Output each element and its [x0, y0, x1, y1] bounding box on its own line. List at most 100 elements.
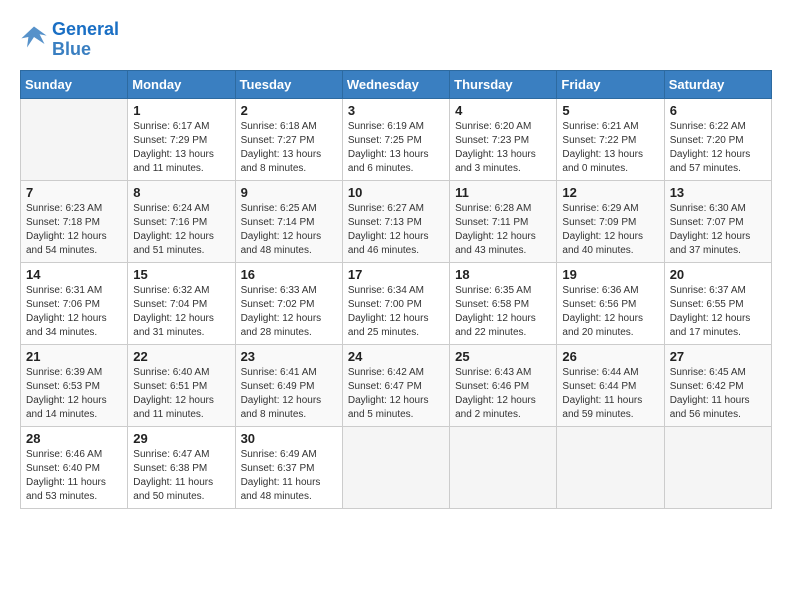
day-number: 14: [26, 267, 122, 282]
day-number: 4: [455, 103, 551, 118]
calendar-cell: 5 Sunrise: 6:21 AM Sunset: 7:22 PM Daylig…: [557, 98, 664, 180]
day-number: 8: [133, 185, 229, 200]
day-number: 19: [562, 267, 658, 282]
day-info: Sunrise: 6:45 AM Sunset: 6:42 PM Dayligh…: [670, 366, 766, 422]
calendar-week-row: 14Sunrise: 6:31 AM Sunset: 7:06 PM Dayli…: [21, 262, 772, 344]
day-info: Sunrise: 6:41 AM Sunset: 6:49 PM Dayligh…: [241, 366, 337, 422]
calendar-cell: 11 Sunrise: 6:28 AM Sunset: 7:11 PM Dayli…: [450, 180, 557, 262]
calendar-cell: [557, 426, 664, 508]
day-info: Sunrise: 6:47 AM Sunset: 6:38 PM Dayligh…: [133, 448, 229, 504]
calendar-cell: 6 Sunrise: 6:22 AM Sunset: 7:20 PM Daylig…: [664, 98, 771, 180]
day-info: Sunrise: 6:36 AM Sunset: 6:56 PM Dayligh…: [562, 284, 658, 340]
calendar-cell: 8 Sunrise: 6:24 AM Sunset: 7:16 PM Daylig…: [128, 180, 235, 262]
day-info: Sunrise: 6:46 AM Sunset: 6:40 PM Dayligh…: [26, 448, 122, 504]
calendar-cell: 2 Sunrise: 6:18 AM Sunset: 7:27 PM Daylig…: [235, 98, 342, 180]
col-header-saturday: Saturday: [664, 70, 771, 98]
day-number: 5: [562, 103, 658, 118]
calendar-table: SundayMondayTuesdayWednesdayThursdayFrid…: [20, 70, 772, 509]
logo-text: General Blue: [52, 20, 119, 60]
calendar-cell: 18Sunrise: 6:35 AM Sunset: 6:58 PM Dayli…: [450, 262, 557, 344]
day-info: Sunrise: 6:23 AM Sunset: 7:18 PM Dayligh…: [26, 202, 122, 258]
calendar-cell: 17 Sunrise: 6:34 AM Sunset: 7:00 PM Dayli…: [342, 262, 449, 344]
day-number: 20: [670, 267, 766, 282]
day-info: Sunrise: 6:33 AM Sunset: 7:02 PM Dayligh…: [241, 284, 337, 340]
calendar-cell: 28Sunrise: 6:46 AM Sunset: 6:40 PM Dayli…: [21, 426, 128, 508]
day-number: 1: [133, 103, 229, 118]
col-header-thursday: Thursday: [450, 70, 557, 98]
day-info: Sunrise: 6:28 AM Sunset: 7:11 PM Dayligh…: [455, 202, 551, 258]
day-info: Sunrise: 6:25 AM Sunset: 7:14 PM Dayligh…: [241, 202, 337, 258]
day-number: 16: [241, 267, 337, 282]
col-header-friday: Friday: [557, 70, 664, 98]
calendar-cell: 22 Sunrise: 6:40 AM Sunset: 6:51 PM Dayli…: [128, 344, 235, 426]
calendar-cell: 27Sunrise: 6:45 AM Sunset: 6:42 PM Dayli…: [664, 344, 771, 426]
logo-bird-icon: [20, 23, 48, 51]
day-number: 25: [455, 349, 551, 364]
day-info: Sunrise: 6:30 AM Sunset: 7:07 PM Dayligh…: [670, 202, 766, 258]
day-number: 9: [241, 185, 337, 200]
calendar-header-row: SundayMondayTuesdayWednesdayThursdayFrid…: [21, 70, 772, 98]
calendar-cell: 21 Sunrise: 6:39 AM Sunset: 6:53 PM Dayli…: [21, 344, 128, 426]
day-number: 13: [670, 185, 766, 200]
day-info: Sunrise: 6:22 AM Sunset: 7:20 PM Dayligh…: [670, 120, 766, 176]
calendar-cell: 10 Sunrise: 6:27 AM Sunset: 7:13 PM Dayli…: [342, 180, 449, 262]
day-number: 18: [455, 267, 551, 282]
calendar-week-row: 28Sunrise: 6:46 AM Sunset: 6:40 PM Dayli…: [21, 426, 772, 508]
col-header-tuesday: Tuesday: [235, 70, 342, 98]
day-number: 3: [348, 103, 444, 118]
calendar-cell: 7 Sunrise: 6:23 AM Sunset: 7:18 PM Daylig…: [21, 180, 128, 262]
calendar-cell: 20 Sunrise: 6:37 AM Sunset: 6:55 PM Dayli…: [664, 262, 771, 344]
day-number: 23: [241, 349, 337, 364]
day-info: Sunrise: 6:24 AM Sunset: 7:16 PM Dayligh…: [133, 202, 229, 258]
col-header-sunday: Sunday: [21, 70, 128, 98]
logo: General Blue: [20, 20, 119, 60]
day-number: 29: [133, 431, 229, 446]
calendar-cell: 24Sunrise: 6:42 AM Sunset: 6:47 PM Dayli…: [342, 344, 449, 426]
calendar-cell: [21, 98, 128, 180]
day-info: Sunrise: 6:39 AM Sunset: 6:53 PM Dayligh…: [26, 366, 122, 422]
day-info: Sunrise: 6:37 AM Sunset: 6:55 PM Dayligh…: [670, 284, 766, 340]
calendar-week-row: 7 Sunrise: 6:23 AM Sunset: 7:18 PM Daylig…: [21, 180, 772, 262]
day-info: Sunrise: 6:29 AM Sunset: 7:09 PM Dayligh…: [562, 202, 658, 258]
day-info: Sunrise: 6:27 AM Sunset: 7:13 PM Dayligh…: [348, 202, 444, 258]
day-number: 21: [26, 349, 122, 364]
day-number: 7: [26, 185, 122, 200]
day-number: 15: [133, 267, 229, 282]
calendar-cell: 1 Sunrise: 6:17 AM Sunset: 7:29 PM Daylig…: [128, 98, 235, 180]
day-number: 2: [241, 103, 337, 118]
day-number: 10: [348, 185, 444, 200]
day-info: Sunrise: 6:40 AM Sunset: 6:51 PM Dayligh…: [133, 366, 229, 422]
calendar-cell: [450, 426, 557, 508]
calendar-cell: 14Sunrise: 6:31 AM Sunset: 7:06 PM Dayli…: [21, 262, 128, 344]
day-number: 17: [348, 267, 444, 282]
col-header-monday: Monday: [128, 70, 235, 98]
calendar-cell: 16 Sunrise: 6:33 AM Sunset: 7:02 PM Dayli…: [235, 262, 342, 344]
col-header-wednesday: Wednesday: [342, 70, 449, 98]
calendar-cell: 19 Sunrise: 6:36 AM Sunset: 6:56 PM Dayli…: [557, 262, 664, 344]
day-number: 22: [133, 349, 229, 364]
calendar-cell: [342, 426, 449, 508]
day-info: Sunrise: 6:34 AM Sunset: 7:00 PM Dayligh…: [348, 284, 444, 340]
calendar-cell: 15 Sunrise: 6:32 AM Sunset: 7:04 PM Dayli…: [128, 262, 235, 344]
day-info: Sunrise: 6:49 AM Sunset: 6:37 PM Dayligh…: [241, 448, 337, 504]
day-info: Sunrise: 6:42 AM Sunset: 6:47 PM Dayligh…: [348, 366, 444, 422]
calendar-cell: 25 Sunrise: 6:43 AM Sunset: 6:46 PM Dayli…: [450, 344, 557, 426]
day-info: Sunrise: 6:43 AM Sunset: 6:46 PM Dayligh…: [455, 366, 551, 422]
day-number: 11: [455, 185, 551, 200]
day-number: 6: [670, 103, 766, 118]
day-info: Sunrise: 6:17 AM Sunset: 7:29 PM Dayligh…: [133, 120, 229, 176]
page-header: General Blue: [20, 20, 772, 60]
calendar-cell: 12Sunrise: 6:29 AM Sunset: 7:09 PM Dayli…: [557, 180, 664, 262]
calendar-cell: 4Sunrise: 6:20 AM Sunset: 7:23 PM Daylig…: [450, 98, 557, 180]
calendar-cell: 3Sunrise: 6:19 AM Sunset: 7:25 PM Daylig…: [342, 98, 449, 180]
day-info: Sunrise: 6:44 AM Sunset: 6:44 PM Dayligh…: [562, 366, 658, 422]
calendar-cell: [664, 426, 771, 508]
day-info: Sunrise: 6:21 AM Sunset: 7:22 PM Dayligh…: [562, 120, 658, 176]
calendar-cell: 29 Sunrise: 6:47 AM Sunset: 6:38 PM Dayli…: [128, 426, 235, 508]
calendar-cell: 23 Sunrise: 6:41 AM Sunset: 6:49 PM Dayli…: [235, 344, 342, 426]
calendar-cell: 13 Sunrise: 6:30 AM Sunset: 7:07 PM Dayli…: [664, 180, 771, 262]
day-info: Sunrise: 6:18 AM Sunset: 7:27 PM Dayligh…: [241, 120, 337, 176]
day-info: Sunrise: 6:32 AM Sunset: 7:04 PM Dayligh…: [133, 284, 229, 340]
day-number: 30: [241, 431, 337, 446]
calendar-cell: 9 Sunrise: 6:25 AM Sunset: 7:14 PM Daylig…: [235, 180, 342, 262]
